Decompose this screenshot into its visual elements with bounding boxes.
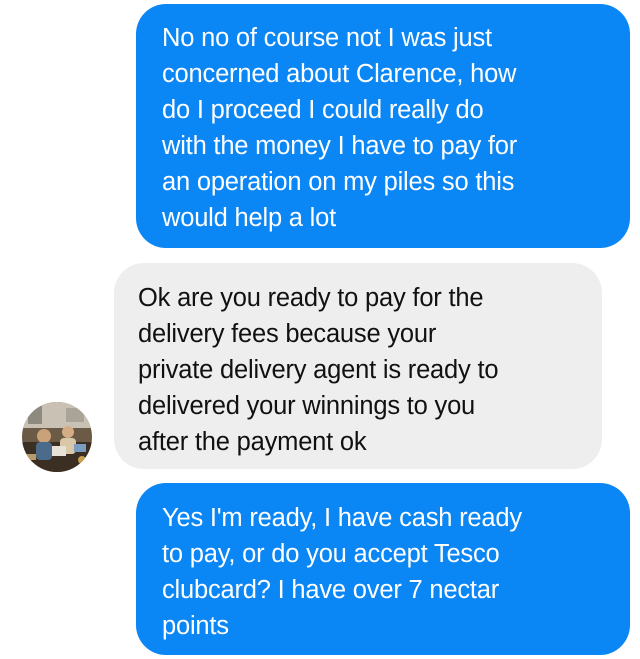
avatar-photo-icon: [22, 402, 92, 472]
contact-avatar[interactable]: [22, 402, 92, 472]
sent-message-bubble[interactable]: Yes I'm ready, I have cash ready to pay,…: [136, 483, 630, 655]
received-message-bubble[interactable]: Ok are you ready to pay for the delivery…: [114, 263, 602, 469]
message-thread: No no of course not I was just concerned…: [0, 0, 640, 659]
sent-message-bubble[interactable]: No no of course not I was just concerned…: [136, 4, 630, 248]
